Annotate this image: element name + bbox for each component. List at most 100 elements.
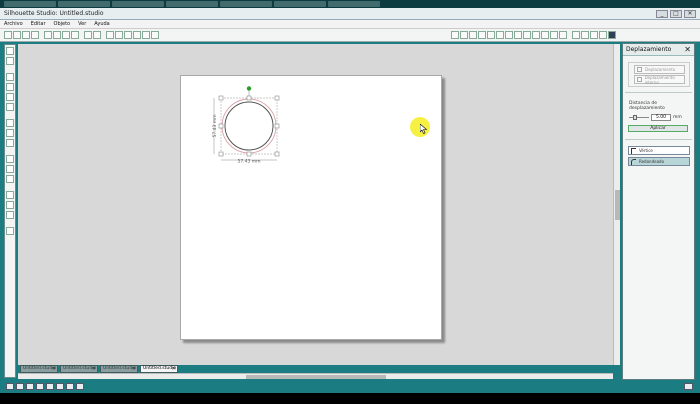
pencil-icon[interactable] — [572, 31, 580, 39]
design-page[interactable]: 57.43 mm 57.43 mm — [180, 75, 442, 340]
handle-top[interactable] — [246, 95, 252, 101]
send-to-cutter-icon[interactable] — [608, 31, 616, 39]
library-icon[interactable] — [22, 31, 30, 39]
color-icon[interactable] — [487, 31, 495, 39]
line-tool-icon[interactable] — [6, 73, 14, 81]
cut-icon[interactable] — [44, 31, 52, 39]
zoom-out-icon[interactable] — [115, 31, 123, 39]
delete-icon[interactable] — [71, 31, 79, 39]
browser-tab[interactable] — [112, 1, 164, 7]
page-settings-icon[interactable] — [451, 31, 459, 39]
document-tab-active[interactable]: Untitled.studio ✕ — [140, 365, 178, 373]
redo-icon[interactable] — [93, 31, 101, 39]
horizontal-scrollbar[interactable] — [18, 373, 613, 379]
original-circle[interactable] — [224, 101, 274, 151]
layers-icon[interactable] — [6, 191, 14, 199]
knife-icon[interactable] — [581, 31, 589, 39]
handle-left[interactable] — [218, 123, 224, 129]
modify-icon[interactable] — [541, 31, 549, 39]
freehand-tool-icon[interactable] — [6, 139, 14, 147]
make-compound-icon[interactable] — [36, 383, 44, 390]
handle-bottom-left[interactable] — [218, 151, 224, 157]
menu-archivo[interactable]: Archivo — [4, 21, 23, 27]
fill-icon[interactable] — [505, 31, 513, 39]
curve-tool-icon[interactable] — [6, 119, 14, 127]
horizontal-scroll-thumb[interactable] — [246, 375, 386, 379]
corner-vertex-option[interactable]: Vértice — [628, 146, 690, 155]
close-tab-icon[interactable]: ✕ — [92, 366, 96, 372]
select-all-icon[interactable] — [6, 383, 14, 390]
vertical-scroll-thumb[interactable] — [615, 190, 620, 220]
scroll-tool-icon[interactable] — [6, 227, 14, 235]
transform-icon[interactable] — [523, 31, 531, 39]
store-icon[interactable] — [599, 31, 607, 39]
browser-tab[interactable] — [328, 1, 380, 7]
group-icon[interactable] — [16, 383, 24, 390]
handle-right[interactable] — [274, 123, 280, 129]
new-file-icon[interactable] — [4, 31, 12, 39]
select-tool-icon[interactable] — [6, 47, 14, 55]
offset-circle[interactable] — [221, 98, 277, 154]
close-tab-icon[interactable]: ✕ — [52, 366, 56, 372]
document-tab[interactable]: Untitled.studio ✕ — [60, 365, 98, 373]
handle-bottom[interactable] — [246, 151, 252, 157]
offset-option[interactable]: Deplazamiento — [634, 65, 685, 74]
rectangle-tool-icon[interactable] — [6, 93, 14, 101]
arc-tool-icon[interactable] — [6, 129, 14, 137]
close-tab-icon[interactable]: ✕ — [132, 366, 136, 372]
grid-icon[interactable] — [478, 31, 486, 39]
internal-offset-option[interactable]: Deplazamiento interno — [634, 75, 685, 85]
distance-slider-knob[interactable] — [633, 115, 637, 120]
replicate-icon[interactable] — [532, 31, 540, 39]
distance-input[interactable]: 5.00 — [651, 114, 671, 121]
text-tool-icon[interactable] — [6, 155, 14, 163]
minimize-button[interactable]: _ — [656, 9, 668, 18]
text-style-icon[interactable] — [514, 31, 522, 39]
document-tab[interactable]: Untitled.studio ✕ — [20, 365, 58, 373]
cut-settings-icon[interactable] — [460, 31, 468, 39]
duplicate-icon[interactable] — [76, 383, 84, 390]
trash-icon[interactable] — [684, 383, 693, 390]
paste-icon[interactable] — [62, 31, 70, 39]
distance-slider[interactable] — [629, 115, 649, 120]
registration-icon[interactable] — [469, 31, 477, 39]
ellipse-tool-icon[interactable] — [6, 103, 14, 111]
undo-icon[interactable] — [84, 31, 92, 39]
eraser-tool-icon[interactable] — [6, 165, 14, 173]
close-tab-icon[interactable]: ✕ — [172, 366, 176, 372]
offset-icon[interactable] — [550, 31, 558, 39]
pan-icon[interactable] — [133, 31, 141, 39]
rotation-handle[interactable] — [246, 86, 252, 91]
menu-ayuda[interactable]: Ayuda — [94, 21, 109, 27]
browser-tab[interactable] — [220, 1, 272, 7]
apply-button[interactable]: Aplicar — [628, 125, 688, 132]
store-panel-icon[interactable] — [6, 211, 14, 219]
release-compound-icon[interactable] — [46, 383, 54, 390]
close-window-button[interactable]: ✕ — [684, 9, 696, 18]
send-back-icon[interactable] — [66, 383, 74, 390]
zoom-box-icon[interactable] — [124, 31, 132, 39]
handle-top-left[interactable] — [218, 95, 224, 101]
menu-objeto[interactable]: Objeto — [54, 21, 71, 27]
design-workspace[interactable]: 57.43 mm 57.43 mm — [18, 44, 613, 365]
zoom-fit-icon[interactable] — [142, 31, 150, 39]
open-file-icon[interactable] — [13, 31, 21, 39]
fit-page-icon[interactable] — [151, 31, 159, 39]
zoom-in-icon[interactable] — [106, 31, 114, 39]
browser-tab[interactable] — [58, 1, 110, 7]
browser-tab[interactable] — [274, 1, 326, 7]
corner-rounded-option[interactable]: Redondeado — [628, 157, 690, 166]
browser-tab[interactable] — [166, 1, 218, 7]
handle-top-right[interactable] — [274, 95, 280, 101]
save-icon[interactable] — [31, 31, 39, 39]
vertical-scrollbar[interactable] — [613, 44, 620, 365]
selected-circle-shape[interactable]: 57.43 mm 57.43 mm — [209, 86, 309, 186]
line-color-icon[interactable] — [496, 31, 504, 39]
knife-tool-icon[interactable] — [6, 175, 14, 183]
bring-front-icon[interactable] — [56, 383, 64, 390]
edit-points-icon[interactable] — [6, 57, 14, 65]
trace-icon[interactable] — [559, 31, 567, 39]
library-panel-icon[interactable] — [6, 201, 14, 209]
handle-bottom-right[interactable] — [274, 151, 280, 157]
document-tab[interactable]: Untitled.studio ✕ — [100, 365, 138, 373]
